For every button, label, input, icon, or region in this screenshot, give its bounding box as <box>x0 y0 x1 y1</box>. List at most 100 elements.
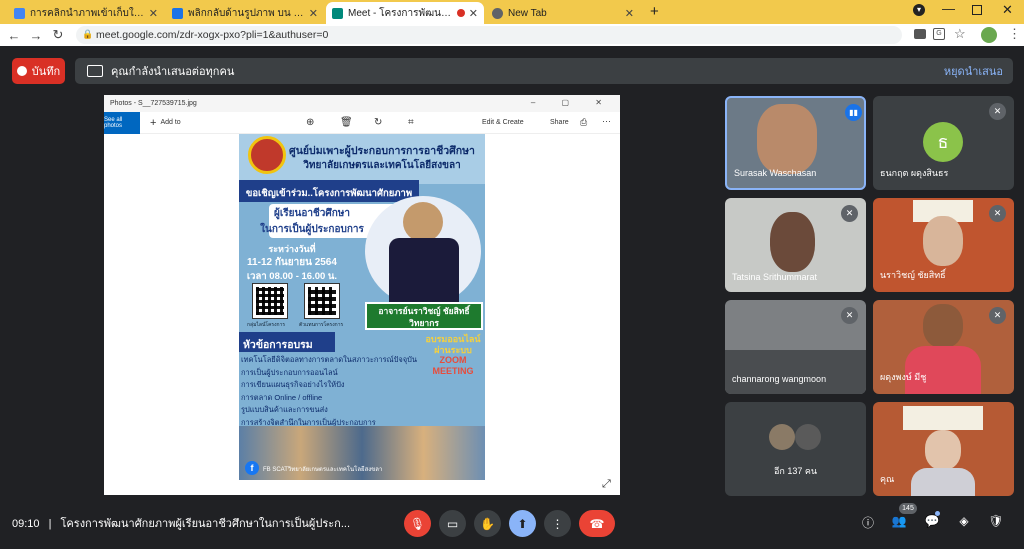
present-screen-icon: ⬆ <box>517 516 528 531</box>
rotate-icon[interactable]: ↻ <box>374 117 382 128</box>
poster-invite-1: ขอเชิญเข้าร่วม..โครงการพัฒนาศักยภาพ <box>245 188 413 199</box>
close-icon[interactable]: ✕ <box>309 7 318 20</box>
crop-icon[interactable]: ⌗ <box>408 117 414 128</box>
share-button[interactable]: Share <box>550 119 569 126</box>
mic-off-icon: ✕ <box>989 205 1006 222</box>
video-feed <box>923 304 963 348</box>
list-item: การเป็นผู้ประกอบการออนไลน์ <box>241 367 338 377</box>
mic-off-icon: ✕ <box>841 307 858 324</box>
participant-name: นราวิชญ์ ชัยสิทธิ์ <box>880 270 946 280</box>
people-icon[interactable]: 👥 <box>890 514 908 532</box>
participant-tile[interactable]: คุณ <box>873 402 1014 496</box>
speaker-role: วิทยากร <box>409 318 439 328</box>
new-tab-icon[interactable]: + <box>650 3 659 20</box>
clock-time: 09:10 <box>12 518 40 530</box>
participant-tile[interactable]: ▮▮ Surasak Waschasan <box>725 96 866 190</box>
chrome-icon <box>492 7 503 19</box>
delete-icon[interactable]: 🗑 <box>340 117 353 128</box>
url-field[interactable]: 🔒 meet.google.com/zdr-xogx-pxo?pli=1&aut… <box>76 26 902 44</box>
zoom-icon[interactable]: ⊕ <box>306 117 314 128</box>
video-feed <box>757 104 817 174</box>
close-icon[interactable]: ✕ <box>469 7 478 20</box>
stop-presenting-button[interactable]: หยุดนำเสนอ <box>944 62 1003 80</box>
participant-tile[interactable]: ✕ channarong wangmoon <box>725 300 866 394</box>
fullscreen-icon[interactable]: ⤢ <box>602 478 611 491</box>
avatar[interactable] <box>981 27 997 43</box>
qr-label-1: กลุ่มไลน์โครงการ <box>247 322 286 328</box>
chat-unread-dot <box>935 511 940 516</box>
lock-icon: 🔒 <box>82 29 94 39</box>
print-icon[interactable]: ⎙ <box>580 117 587 128</box>
camera-toggle-button[interactable]: ▭ <box>439 510 466 537</box>
poster-header-2: วิทยาลัยเกษตรและเทคโนโลยีสงขลา <box>303 160 461 171</box>
mic-toggle-button[interactable]: 🎙 <box>404 510 431 537</box>
video-feed <box>725 350 866 394</box>
leave-call-button[interactable]: ☎ <box>579 510 615 537</box>
recording-icon <box>456 9 465 17</box>
docs-icon <box>172 7 183 19</box>
meeting-info: 09:10 | โครงการพัฒนาศักยภาพผู้เรียนอาชีว… <box>12 518 351 530</box>
tab-powerpoint[interactable]: พลิกกลับด้านรูปภาพ บน PowerPoint ✕ <box>166 2 324 24</box>
edit-create-button[interactable]: Edit & Create <box>482 119 524 126</box>
participant-tile[interactable]: ✕ ผดุงพงษ์ มีชู <box>873 300 1014 394</box>
menu-icon[interactable]: ⋮ <box>1008 26 1021 42</box>
add-icon[interactable]: + <box>150 117 156 129</box>
mic-off-icon: 🎙 <box>409 516 426 531</box>
participant-name: ผดุงพงษ์ มีชู <box>880 372 927 382</box>
tab-new[interactable]: New Tab ✕ <box>486 2 640 24</box>
close-icon[interactable]: ✕ <box>149 7 158 20</box>
reload-icon[interactable]: ↻ <box>47 27 69 43</box>
host-controls-icon[interactable]: 🛡 <box>987 514 1005 532</box>
chat-icon[interactable]: 💬 <box>923 514 941 532</box>
topics-list: เทคโนโลยีดิจิตอลทางการตลาดในสภาวะการณ์ปั… <box>241 354 431 429</box>
bookmark-star-icon[interactable]: ☆ <box>954 26 966 42</box>
minimize-icon[interactable]: — <box>942 1 955 16</box>
participant-name: Tatsina Srithummarat <box>732 272 818 282</box>
window-close-icon[interactable]: ✕ <box>1002 2 1013 18</box>
record-icon <box>16 66 27 76</box>
video-feed <box>770 212 815 272</box>
raise-hand-button[interactable]: ✋ <box>474 510 501 537</box>
activities-icon[interactable]: ◈ <box>955 514 973 532</box>
participant-tile[interactable]: ✕ นราวิชญ์ ชัยสิทธิ์ <box>873 198 1014 292</box>
browser-tab-bar: การคลิกนำภาพเข้าเก็บในแกลลอรี่ - ค้นหาโด… <box>0 0 1024 24</box>
avatar: ธ <box>923 122 963 162</box>
meeting-title: โครงการพัฒนาศักยภาพผู้เรียนอาชีวศึกษาในก… <box>60 518 351 530</box>
window-controls[interactable]: – ▢ ✕ <box>531 98 614 107</box>
tab-meet[interactable]: Meet - โครงการพัฒนาศักยภาพ ✕ <box>326 2 484 24</box>
more-icon[interactable]: ··· <box>602 116 611 126</box>
qr-code-contact <box>304 283 340 319</box>
more-options-button[interactable]: ⋮ <box>544 510 571 537</box>
mic-off-icon: ✕ <box>841 205 858 222</box>
add-to-button[interactable]: Add to <box>160 119 180 126</box>
record-button[interactable]: บันทึก <box>12 58 65 84</box>
participant-tile[interactable]: ✕ Tatsina Srithummarat <box>725 198 866 292</box>
meeting-details-icon[interactable]: ⓘ <box>859 514 877 532</box>
event-date: 11-12 กันยายน 2564 <box>247 257 337 268</box>
maximize-icon[interactable] <box>972 5 982 15</box>
qr-code-line <box>252 283 288 319</box>
list-item: การตลาด Online / offline <box>241 392 323 402</box>
more-participants-tile[interactable]: อีก 137 คน <box>725 402 866 496</box>
translate-icon[interactable]: G <box>933 28 945 40</box>
present-now-button[interactable]: ⬆ <box>509 510 536 537</box>
tab-search-icon[interactable]: ▾ <box>913 4 925 16</box>
forward-icon[interactable]: → <box>25 28 47 43</box>
participant-name: ธนกฤต ผดุงสินธร <box>880 168 949 178</box>
participant-tile[interactable]: ธ ✕ ธนกฤต ผดุงสินธร <box>873 96 1014 190</box>
participant-name: channarong wangmoon <box>732 374 827 384</box>
record-label: บันทึก <box>31 66 61 78</box>
see-all-photos-button[interactable]: See all photos <box>104 111 140 134</box>
camera-icon[interactable] <box>914 29 926 39</box>
tab-title: การคลิกนำภาพเข้าเก็บในแกลลอรี่ - ค้นหาโด… <box>30 7 145 19</box>
back-icon[interactable]: ← <box>3 28 25 43</box>
close-icon[interactable]: ✕ <box>625 7 634 20</box>
phone-hangup-icon: ☎ <box>589 516 605 531</box>
photos-title-bar: Photos - S__727539715.jpg – ▢ ✕ <box>104 95 620 112</box>
mic-off-icon: ✕ <box>989 103 1006 120</box>
tab-search[interactable]: การคลิกนำภาพเข้าเก็บในแกลลอรี่ - ค้นหาโด… <box>8 2 164 24</box>
poster-image: ศูนย์บ่มเพาะผู้ประกอบการการอาชีวศึกษา วิ… <box>239 134 485 480</box>
tab-title: พลิกกลับด้านรูปภาพ บน PowerPoint <box>188 7 305 19</box>
present-screen-icon <box>87 65 103 77</box>
people-count-badge: 145 <box>899 503 917 514</box>
